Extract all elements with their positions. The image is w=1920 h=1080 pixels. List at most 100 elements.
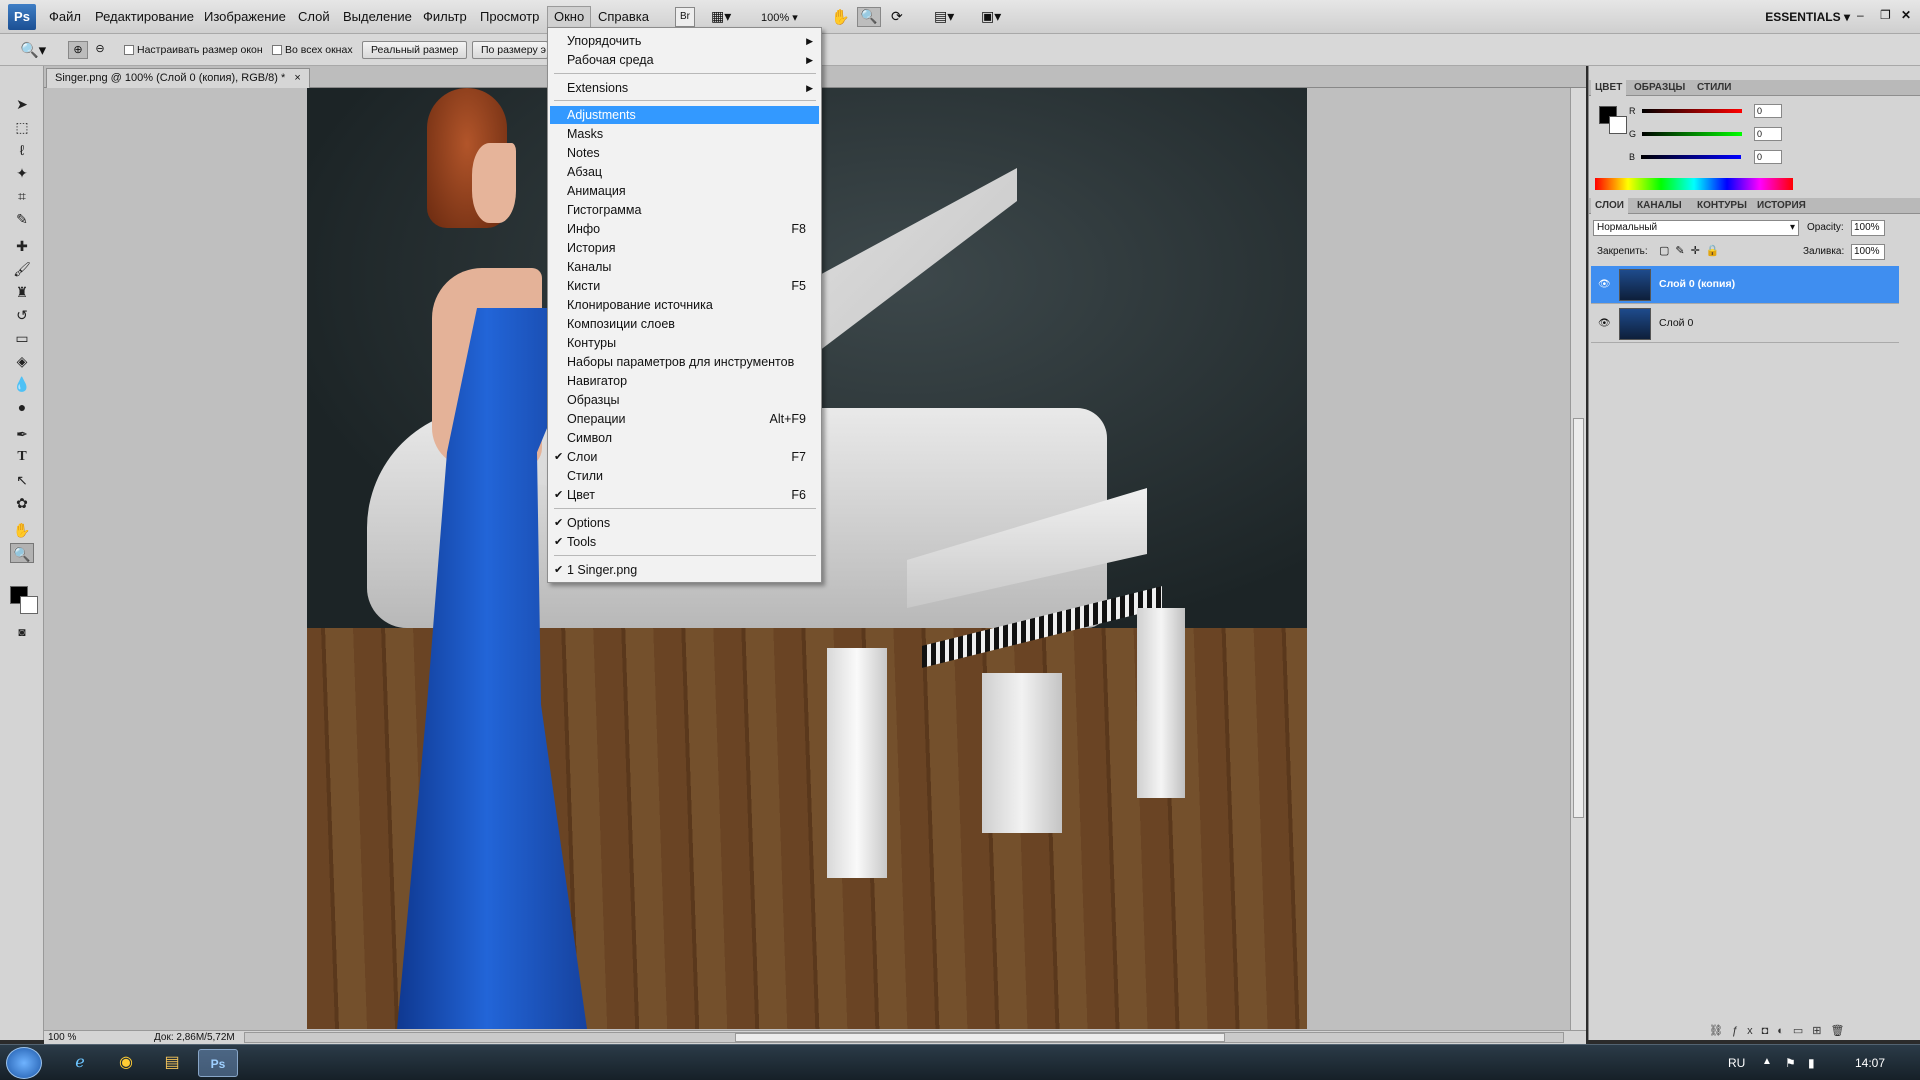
menu-image[interactable]: Изображение — [204, 9, 286, 24]
healing-brush-tool-icon[interactable]: ✚ — [10, 236, 34, 256]
bridge-button[interactable]: Br — [675, 7, 695, 27]
menu-item-actions[interactable]: Операции Alt+F9 — [550, 410, 819, 428]
menu-item-layers[interactable]: ✔ Слои F7 — [550, 448, 819, 466]
b-value[interactable]: 0 — [1754, 150, 1782, 164]
tab-styles[interactable]: СТИЛИ — [1697, 82, 1731, 93]
menu-item-histogram[interactable]: Гистограмма — [550, 201, 819, 219]
lasso-tool-icon[interactable]: ℓ — [10, 140, 34, 160]
fit-screen-button[interactable]: По размеру э — [472, 41, 548, 59]
zoom-in-icon[interactable]: ⊕ — [68, 41, 88, 59]
menu-item-animation[interactable]: Анимация — [550, 182, 819, 200]
vertical-scrollbar[interactable] — [1570, 88, 1586, 1030]
zoom-tool-icon[interactable]: 🔍 — [857, 7, 881, 27]
eraser-tool-icon[interactable]: ▭ — [10, 328, 34, 348]
explorer-folder-icon[interactable]: ▤ — [152, 1049, 192, 1077]
rotate-view-icon[interactable]: ⟳ — [890, 7, 904, 27]
menu-item-color[interactable]: ✔ Цвет F6 — [550, 486, 819, 504]
flag-icon[interactable]: ⚑ — [1785, 1056, 1796, 1070]
menu-item-paths[interactable]: Контуры — [550, 334, 819, 352]
menu-edit[interactable]: Редактирование — [95, 9, 194, 24]
internet-explorer-icon[interactable]: ℯ — [60, 1049, 100, 1077]
visibility-eye-icon[interactable]: 👁 — [1598, 279, 1611, 290]
view-extras-icon[interactable]: ▦▾ — [710, 7, 746, 27]
menu-item-clone-source[interactable]: Клонирование источника — [550, 296, 819, 314]
document-tab[interactable]: Singer.png @ 100% (Слой 0 (копия), RGB/8… — [46, 68, 310, 88]
tab-layers[interactable]: СЛОИ — [1591, 198, 1628, 214]
g-slider[interactable] — [1642, 132, 1743, 136]
restore-icon[interactable]: ❐ — [1880, 8, 1891, 22]
screen-mode-icon[interactable]: ▣▾ — [980, 7, 1002, 27]
menu-item-styles[interactable]: Стили — [550, 467, 819, 485]
quick-mask-icon[interactable]: ◙ — [10, 622, 34, 642]
menu-item-tool-presets[interactable]: Наборы параметров для инструментов — [550, 353, 819, 371]
zoom-tool-panel-icon[interactable]: 🔍 — [10, 543, 34, 563]
language-indicator[interactable]: RU — [1728, 1056, 1745, 1070]
clone-stamp-tool-icon[interactable]: ♜ — [10, 282, 34, 302]
close-icon[interactable]: ✕ — [1901, 8, 1911, 22]
menu-item-document-singer[interactable]: ✔ 1 Singer.png — [550, 561, 819, 579]
color-panel-background[interactable] — [1609, 116, 1627, 134]
menu-item-arrange[interactable]: Упорядочить ▶ — [550, 32, 819, 50]
menu-filter[interactable]: Фильтр — [423, 9, 467, 24]
color-spectrum-bar[interactable] — [1595, 178, 1793, 190]
b-slider[interactable] — [1641, 155, 1742, 159]
menu-item-workspace[interactable]: Рабочая среда ▶ — [550, 51, 819, 69]
tab-history[interactable]: ИСТОРИЯ — [1757, 200, 1806, 211]
menu-view[interactable]: Просмотр — [480, 9, 539, 24]
pen-tool-icon[interactable]: ✒ — [10, 424, 34, 444]
menu-file[interactable]: Файл — [49, 9, 81, 24]
tray-arrow-icon[interactable]: ▲ — [1762, 1056, 1772, 1067]
tab-channels[interactable]: КАНАЛЫ — [1637, 200, 1682, 211]
crop-tool-icon[interactable]: ⌗ — [10, 186, 34, 206]
hand-tool-panel-icon[interactable]: ✋ — [10, 520, 34, 540]
menu-item-extensions[interactable]: Extensions ▶ — [550, 79, 819, 97]
outlook-icon[interactable]: ◉ — [106, 1049, 146, 1077]
fill-input[interactable]: 100% — [1851, 244, 1885, 260]
r-value[interactable]: 0 — [1754, 104, 1782, 118]
shape-tool-icon[interactable]: ✿ — [10, 493, 34, 513]
menu-item-info[interactable]: Инфо F8 — [550, 220, 819, 238]
arrange-documents-icon[interactable]: ▤▾ — [933, 7, 955, 27]
horizontal-scroll-thumb[interactable] — [735, 1033, 1225, 1042]
tab-swatches[interactable]: ОБРАЗЦЫ — [1634, 82, 1685, 93]
layer-panel-footer-icons[interactable]: ⛓ƒx◘◐▭⊞🗑 — [1709, 1024, 1853, 1037]
photoshop-taskbar-icon[interactable]: Ps — [198, 1049, 238, 1077]
menu-item-adjustments[interactable]: Adjustments — [550, 106, 819, 124]
menu-item-history[interactable]: История — [550, 239, 819, 257]
menu-item-swatches[interactable]: Образцы — [550, 391, 819, 409]
vertical-scroll-thumb[interactable] — [1573, 418, 1584, 818]
move-tool-icon[interactable]: ➤ — [10, 94, 34, 114]
layer-row-base[interactable]: 👁 Слой 0 — [1591, 305, 1899, 343]
all-windows-checkbox[interactable]: Во всех окнах — [272, 44, 353, 56]
path-selection-tool-icon[interactable]: ↖ — [10, 470, 34, 490]
status-zoom[interactable]: 100 % — [48, 1032, 76, 1043]
menu-item-options[interactable]: ✔ Options — [550, 514, 819, 532]
tab-paths[interactable]: КОНТУРЫ — [1697, 200, 1747, 211]
menu-item-paragraph[interactable]: Абзац — [550, 163, 819, 181]
menu-layer[interactable]: Слой — [298, 9, 330, 24]
zoom-out-icon[interactable]: ⊖ — [90, 41, 110, 59]
zoom-tool-preset-icon[interactable]: 🔍▾ — [20, 41, 46, 59]
close-document-icon[interactable]: × — [294, 72, 300, 84]
menu-help[interactable]: Справка — [598, 9, 649, 24]
layer-row-copy[interactable]: 👁 Слой 0 (копия) — [1591, 266, 1899, 304]
menu-window[interactable]: Окно — [547, 6, 592, 28]
hand-tool-icon[interactable]: ✋ — [830, 7, 851, 27]
type-tool-icon[interactable]: T — [10, 447, 34, 467]
start-button[interactable] — [6, 1047, 42, 1079]
blend-mode-dropdown[interactable]: Нормальный ▾ — [1593, 220, 1799, 236]
opacity-input[interactable]: 100% — [1851, 220, 1885, 236]
menu-item-brushes[interactable]: Кисти F5 — [550, 277, 819, 295]
eyedropper-tool-icon[interactable]: ✎ — [10, 209, 34, 229]
zoom-level-dropdown[interactable]: 100% ▾ — [760, 7, 799, 27]
lock-icons[interactable]: ▢✎✛🔒 — [1659, 244, 1726, 257]
menu-item-masks[interactable]: Masks — [550, 125, 819, 143]
blur-tool-icon[interactable]: 💧 — [10, 374, 34, 394]
brush-tool-icon[interactable]: 🖌 — [10, 259, 34, 279]
marquee-tool-icon[interactable]: ⬚ — [10, 117, 34, 137]
network-icon[interactable]: ▮ — [1808, 1056, 1815, 1070]
menu-item-notes[interactable]: Notes — [550, 144, 819, 162]
g-value[interactable]: 0 — [1754, 127, 1782, 141]
menu-item-navigator[interactable]: Навигатор — [550, 372, 819, 390]
r-slider[interactable] — [1641, 109, 1742, 113]
